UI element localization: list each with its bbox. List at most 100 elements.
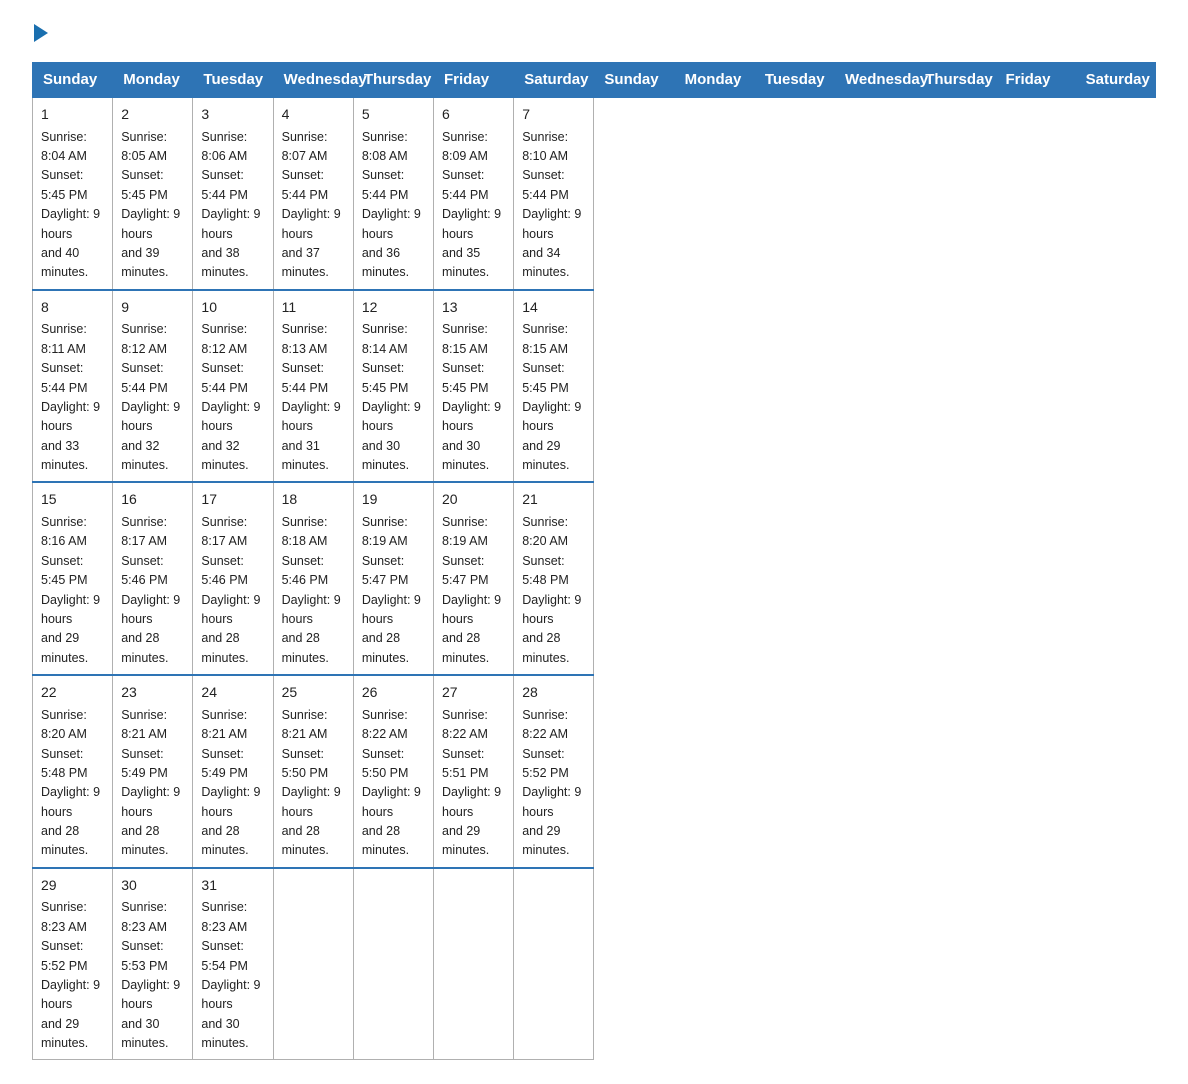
calendar-cell: 7Sunrise: 8:10 AMSunset: 5:44 PMDaylight… xyxy=(514,97,594,290)
col-header-friday: Friday xyxy=(434,63,514,98)
day-info: Sunrise: 8:11 AMSunset: 5:44 PMDaylight:… xyxy=(41,322,100,472)
col-header-saturday: Saturday xyxy=(514,63,594,98)
calendar-cell: 16 Sunrise: 8:17 AMSunset: 5:46 PMDayligh… xyxy=(113,482,193,675)
col-header-thursday: Thursday xyxy=(915,63,995,98)
calendar-cell: 24Sunrise: 8:21 AMSunset: 5:49 PMDayligh… xyxy=(193,675,273,868)
day-info: Sunrise: 8:13 AMSunset: 5:44 PMDaylight:… xyxy=(282,322,341,472)
day-info: Sunrise: 8:22 AMSunset: 5:50 PMDaylight:… xyxy=(362,708,421,858)
day-number: 2 xyxy=(121,104,184,126)
col-header-saturday: Saturday xyxy=(1075,63,1155,98)
col-header-monday: Monday xyxy=(113,63,193,98)
day-info: Sunrise: 8:21 AMSunset: 5:49 PMDaylight:… xyxy=(201,708,260,858)
day-info: Sunrise: 8:16 AMSunset: 5:45 PMDaylight:… xyxy=(41,515,100,665)
day-number: 11 xyxy=(282,297,345,319)
calendar-cell xyxy=(434,868,514,1060)
day-info: Sunrise: 8:15 AMSunset: 5:45 PMDaylight:… xyxy=(522,322,581,472)
day-number: 26 xyxy=(362,682,425,704)
col-header-thursday: Thursday xyxy=(353,63,433,98)
day-number: 6 xyxy=(442,104,505,126)
col-header-sunday: Sunday xyxy=(594,63,674,98)
day-info: Sunrise: 8:23 AMSunset: 5:52 PMDaylight:… xyxy=(41,900,100,1050)
calendar-week-row: 29 Sunrise: 8:23 AMSunset: 5:52 PMDayligh… xyxy=(33,868,1156,1060)
day-info: Sunrise: 8:18 AMSunset: 5:46 PMDaylight:… xyxy=(282,515,341,665)
day-number: 21 xyxy=(522,489,585,511)
calendar-cell: 13 Sunrise: 8:15 AMSunset: 5:45 PMDayligh… xyxy=(434,290,514,483)
day-number: 17 xyxy=(201,489,264,511)
calendar-cell: 29 Sunrise: 8:23 AMSunset: 5:52 PMDayligh… xyxy=(33,868,113,1060)
calendar-cell: 12 Sunrise: 8:14 AMSunset: 5:45 PMDayligh… xyxy=(353,290,433,483)
calendar-cell: 27 Sunrise: 8:22 AMSunset: 5:51 PMDayligh… xyxy=(434,675,514,868)
calendar-cell: 2Sunrise: 8:05 AMSunset: 5:45 PMDaylight… xyxy=(113,97,193,290)
col-header-sunday: Sunday xyxy=(33,63,113,98)
day-number: 16 xyxy=(121,489,184,511)
day-number: 9 xyxy=(121,297,184,319)
day-number: 8 xyxy=(41,297,104,319)
day-info: Sunrise: 8:17 AMSunset: 5:46 PMDaylight:… xyxy=(201,515,260,665)
day-number: 10 xyxy=(201,297,264,319)
day-number: 27 xyxy=(442,682,505,704)
calendar-week-row: 1Sunrise: 8:04 AMSunset: 5:45 PMDaylight… xyxy=(33,97,1156,290)
calendar-cell: 26 Sunrise: 8:22 AMSunset: 5:50 PMDayligh… xyxy=(353,675,433,868)
day-info: Sunrise: 8:19 AMSunset: 5:47 PMDaylight:… xyxy=(442,515,501,665)
calendar-cell: 3 Sunrise: 8:06 AMSunset: 5:44 PMDaylight… xyxy=(193,97,273,290)
calendar-cell: 1Sunrise: 8:04 AMSunset: 5:45 PMDaylight… xyxy=(33,97,113,290)
day-info: Sunrise: 8:21 AMSunset: 5:50 PMDaylight:… xyxy=(282,708,341,858)
calendar-cell: 17 Sunrise: 8:17 AMSunset: 5:46 PMDayligh… xyxy=(193,482,273,675)
day-info: Sunrise: 8:12 AMSunset: 5:44 PMDaylight:… xyxy=(121,322,180,472)
calendar-week-row: 15 Sunrise: 8:16 AMSunset: 5:45 PMDayligh… xyxy=(33,482,1156,675)
day-info: Sunrise: 8:23 AMSunset: 5:53 PMDaylight:… xyxy=(121,900,180,1050)
calendar-table: SundayMondayTuesdayWednesdayThursdayFrid… xyxy=(32,62,1156,1060)
calendar-cell: 11 Sunrise: 8:13 AMSunset: 5:44 PMDayligh… xyxy=(273,290,353,483)
calendar-cell: 21 Sunrise: 8:20 AMSunset: 5:48 PMDayligh… xyxy=(514,482,594,675)
day-number: 25 xyxy=(282,682,345,704)
day-info: Sunrise: 8:20 AMSunset: 5:48 PMDaylight:… xyxy=(41,708,100,858)
col-header-monday: Monday xyxy=(674,63,754,98)
calendar-cell: 18Sunrise: 8:18 AMSunset: 5:46 PMDayligh… xyxy=(273,482,353,675)
day-info: Sunrise: 8:14 AMSunset: 5:45 PMDaylight:… xyxy=(362,322,421,472)
day-number: 28 xyxy=(522,682,585,704)
day-info: Sunrise: 8:04 AMSunset: 5:45 PMDaylight:… xyxy=(41,130,100,280)
calendar-header-row: SundayMondayTuesdayWednesdayThursdayFrid… xyxy=(33,63,1156,98)
calendar-cell: 4 Sunrise: 8:07 AMSunset: 5:44 PMDaylight… xyxy=(273,97,353,290)
calendar-cell: 23Sunrise: 8:21 AMSunset: 5:49 PMDayligh… xyxy=(113,675,193,868)
day-info: Sunrise: 8:22 AMSunset: 5:51 PMDaylight:… xyxy=(442,708,501,858)
calendar-week-row: 8 Sunrise: 8:11 AMSunset: 5:44 PMDaylight… xyxy=(33,290,1156,483)
day-info: Sunrise: 8:17 AMSunset: 5:46 PMDaylight:… xyxy=(121,515,180,665)
col-header-friday: Friday xyxy=(995,63,1075,98)
day-number: 29 xyxy=(41,875,104,897)
calendar-cell: 19Sunrise: 8:19 AMSunset: 5:47 PMDayligh… xyxy=(353,482,433,675)
day-info: Sunrise: 8:06 AMSunset: 5:44 PMDaylight:… xyxy=(201,130,260,280)
day-info: Sunrise: 8:21 AMSunset: 5:49 PMDaylight:… xyxy=(121,708,180,858)
day-info: Sunrise: 8:20 AMSunset: 5:48 PMDaylight:… xyxy=(522,515,581,665)
day-info: Sunrise: 8:23 AMSunset: 5:54 PMDaylight:… xyxy=(201,900,260,1050)
day-number: 15 xyxy=(41,489,104,511)
day-number: 3 xyxy=(201,104,264,126)
day-info: Sunrise: 8:15 AMSunset: 5:45 PMDaylight:… xyxy=(442,322,501,472)
col-header-tuesday: Tuesday xyxy=(193,63,273,98)
day-info: Sunrise: 8:07 AMSunset: 5:44 PMDaylight:… xyxy=(282,130,341,280)
calendar-cell: 14Sunrise: 8:15 AMSunset: 5:45 PMDayligh… xyxy=(514,290,594,483)
day-info: Sunrise: 8:09 AMSunset: 5:44 PMDaylight:… xyxy=(442,130,501,280)
day-number: 12 xyxy=(362,297,425,319)
calendar-cell: 15 Sunrise: 8:16 AMSunset: 5:45 PMDayligh… xyxy=(33,482,113,675)
day-number: 20 xyxy=(442,489,505,511)
col-header-wednesday: Wednesday xyxy=(273,63,353,98)
calendar-cell: 30 Sunrise: 8:23 AMSunset: 5:53 PMDayligh… xyxy=(113,868,193,1060)
calendar-cell: 20 Sunrise: 8:19 AMSunset: 5:47 PMDayligh… xyxy=(434,482,514,675)
day-number: 5 xyxy=(362,104,425,126)
calendar-cell: 28 Sunrise: 8:22 AMSunset: 5:52 PMDayligh… xyxy=(514,675,594,868)
day-number: 13 xyxy=(442,297,505,319)
day-info: Sunrise: 8:22 AMSunset: 5:52 PMDaylight:… xyxy=(522,708,581,858)
calendar-cell: 8 Sunrise: 8:11 AMSunset: 5:44 PMDaylight… xyxy=(33,290,113,483)
day-info: Sunrise: 8:19 AMSunset: 5:47 PMDaylight:… xyxy=(362,515,421,665)
calendar-cell: 5 Sunrise: 8:08 AMSunset: 5:44 PMDaylight… xyxy=(353,97,433,290)
day-number: 30 xyxy=(121,875,184,897)
col-header-wednesday: Wednesday xyxy=(835,63,915,98)
calendar-cell xyxy=(353,868,433,1060)
day-number: 4 xyxy=(282,104,345,126)
day-info: Sunrise: 8:12 AMSunset: 5:44 PMDaylight:… xyxy=(201,322,260,472)
day-info: Sunrise: 8:08 AMSunset: 5:44 PMDaylight:… xyxy=(362,130,421,280)
calendar-cell: 6 Sunrise: 8:09 AMSunset: 5:44 PMDaylight… xyxy=(434,97,514,290)
calendar-cell xyxy=(514,868,594,1060)
day-info: Sunrise: 8:10 AMSunset: 5:44 PMDaylight:… xyxy=(522,130,581,280)
